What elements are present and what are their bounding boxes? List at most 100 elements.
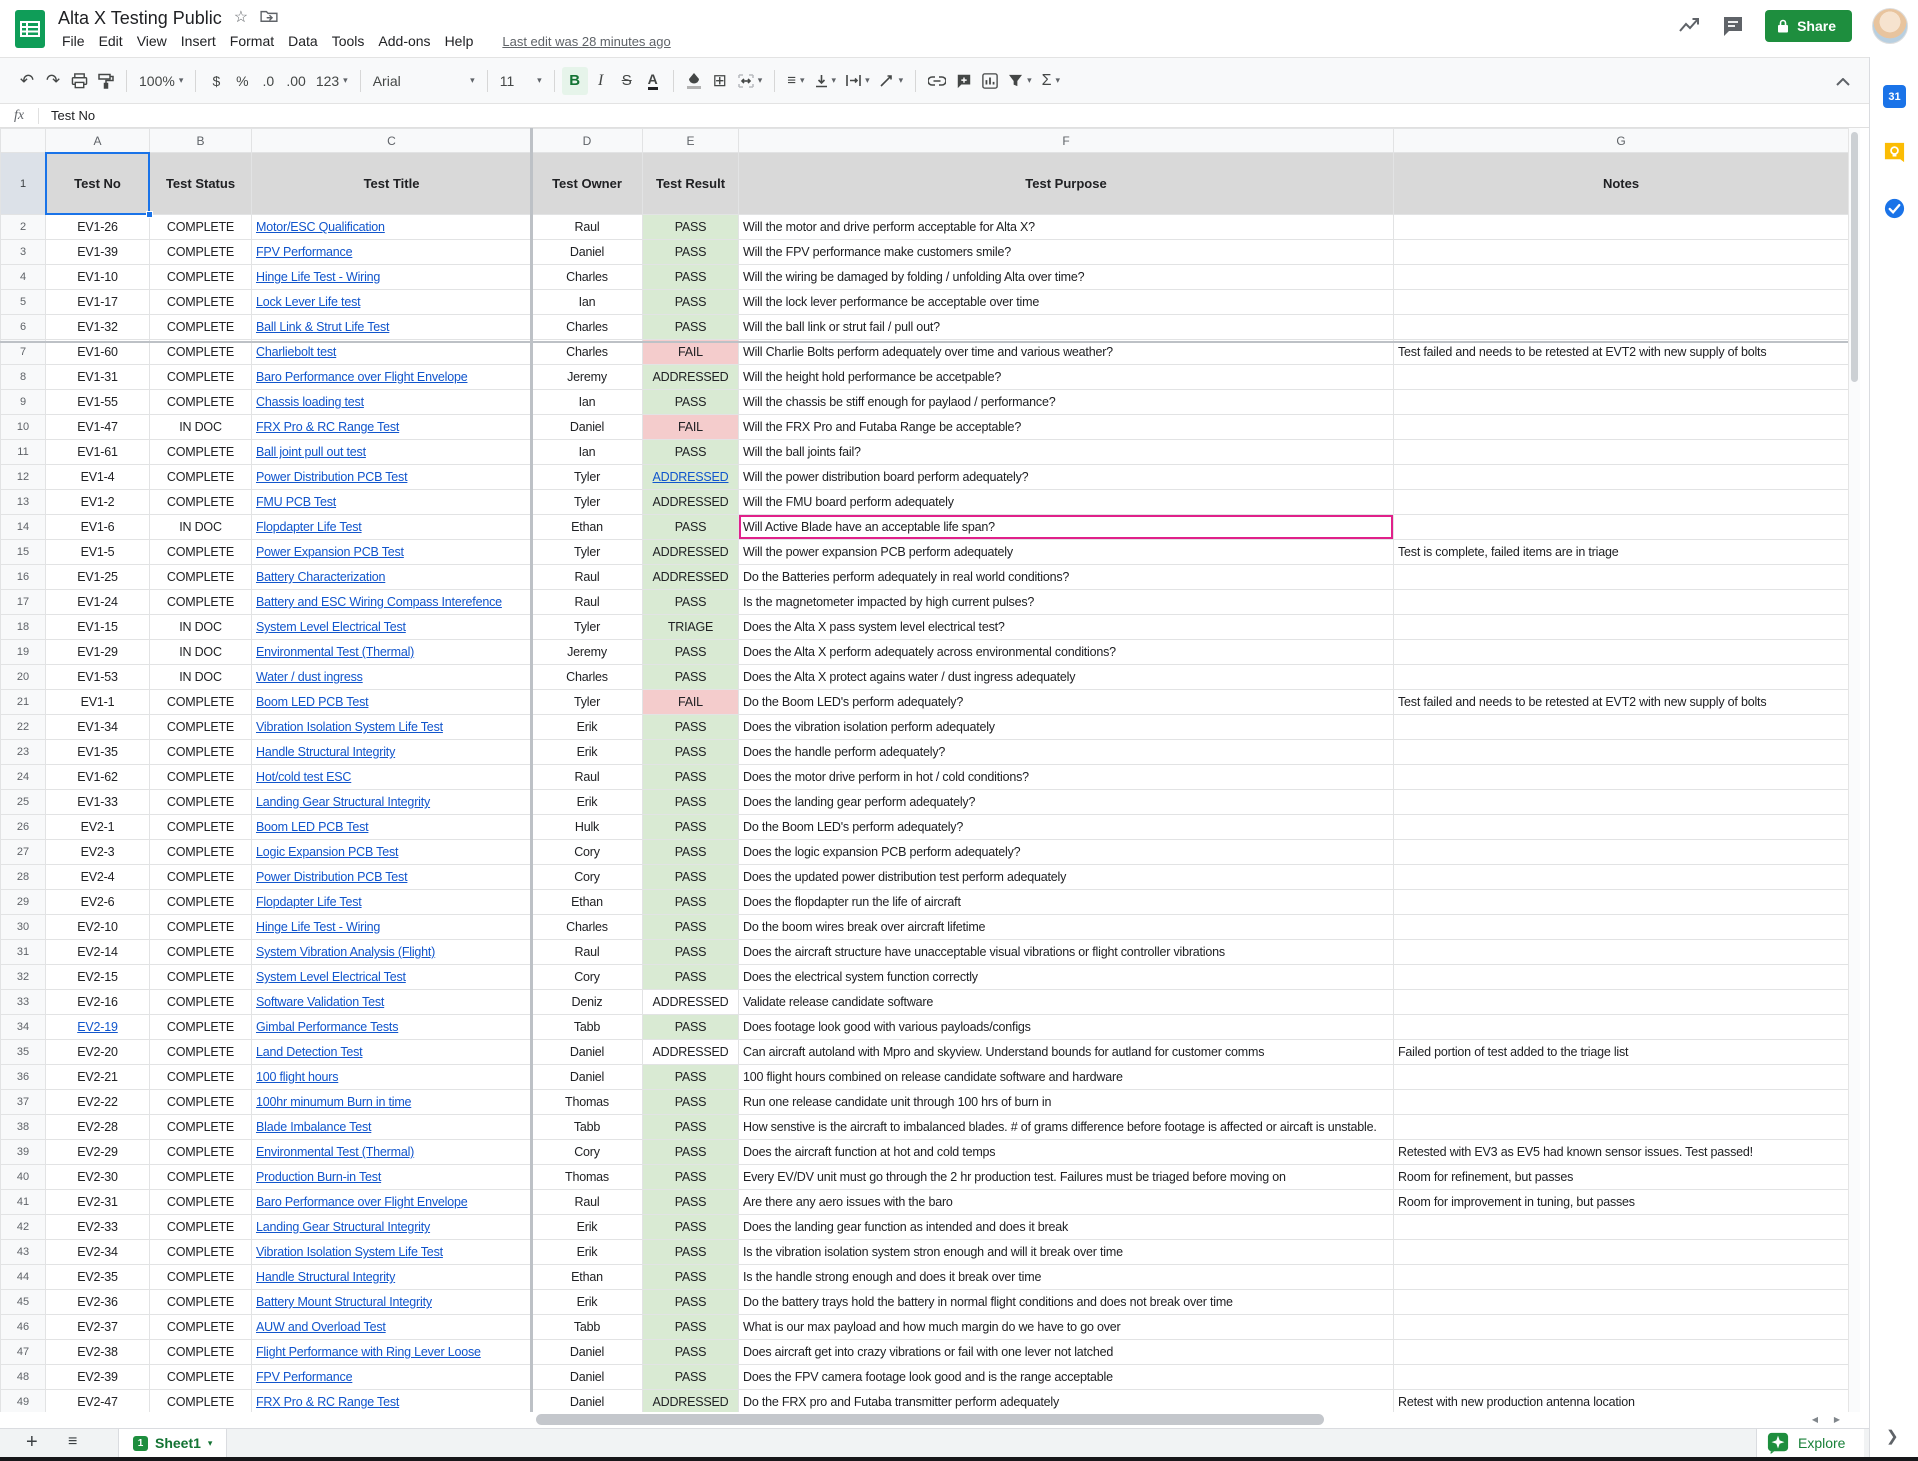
cell-E3[interactable]: PASS [643,240,739,265]
cell-A7[interactable]: EV1-60 [46,340,150,365]
cell-D8[interactable]: Jeremy [532,365,643,390]
row-header-23[interactable]: 23 [1,740,46,765]
cell-C47[interactable]: Flight Performance with Ring Lever Loose [252,1340,532,1365]
strikethrough-button[interactable]: S [614,67,640,95]
row-header-19[interactable]: 19 [1,640,46,665]
menu-help[interactable]: Help [438,30,481,52]
cell-E6[interactable]: PASS [643,315,739,340]
cell-D38[interactable]: Tabb [532,1115,643,1140]
text-color-button[interactable]: A [640,67,666,95]
cell-A26[interactable]: EV2-1 [46,815,150,840]
cell-A5[interactable]: EV1-17 [46,290,150,315]
cell-E30[interactable]: PASS [643,915,739,940]
cell-G30[interactable] [1394,915,1849,940]
cell-G47[interactable] [1394,1340,1849,1365]
cell-E49[interactable]: ADDRESSED [643,1390,739,1413]
format-currency-button[interactable]: $ [203,67,229,95]
cell-F17[interactable]: Is the magnetometer impacted by high cur… [739,590,1394,615]
cell-G17[interactable] [1394,590,1849,615]
cell-F30[interactable]: Do the boom wires break over aircraft li… [739,915,1394,940]
header-cell-E1[interactable]: Test Result [643,153,739,215]
row-header-26[interactable]: 26 [1,815,46,840]
cell-E26[interactable]: PASS [643,815,739,840]
cell-B40[interactable]: COMPLETE [150,1165,252,1190]
cell-F22[interactable]: Does the vibration isolation perform ade… [739,715,1394,740]
cell-G24[interactable] [1394,765,1849,790]
cell-A10[interactable]: EV1-47 [46,415,150,440]
zoom-select[interactable]: 100%▾ [134,67,188,95]
cell-E34[interactable]: PASS [643,1015,739,1040]
cell-F45[interactable]: Do the battery trays hold the battery in… [739,1290,1394,1315]
cell-F31[interactable]: Does the aircraft structure have unaccep… [739,940,1394,965]
cell-F14[interactable]: Will Active Blade have an acceptable lif… [739,515,1394,540]
menu-addons[interactable]: Add-ons [371,30,437,52]
cell-C36[interactable]: 100 flight hours [252,1065,532,1090]
cell-G40[interactable]: Room for refinement, but passes [1394,1165,1849,1190]
cell-G28[interactable] [1394,865,1849,890]
cell-C20[interactable]: Water / dust ingress [252,665,532,690]
cell-A25[interactable]: EV1-33 [46,790,150,815]
cell-B8[interactable]: COMPLETE [150,365,252,390]
cell-G31[interactable] [1394,940,1849,965]
cell-G19[interactable] [1394,640,1849,665]
cell-E41[interactable]: PASS [643,1190,739,1215]
menu-insert[interactable]: Insert [174,30,223,52]
horizontal-align-button[interactable]: ≡▾ [782,67,809,95]
cell-B36[interactable]: COMPLETE [150,1065,252,1090]
cell-F15[interactable]: Will the power expansion PCB perform ade… [739,540,1394,565]
cell-F47[interactable]: Does aircraft get into crazy vibrations … [739,1340,1394,1365]
column-header-C[interactable]: C [252,129,532,153]
font-size-select[interactable]: 11▾ [495,67,547,95]
row-header-44[interactable]: 44 [1,1265,46,1290]
cell-A20[interactable]: EV1-53 [46,665,150,690]
cell-C34[interactable]: Gimbal Performance Tests [252,1015,532,1040]
cell-D25[interactable]: Erik [532,790,643,815]
cell-F27[interactable]: Does the logic expansion PCB perform ade… [739,840,1394,865]
document-title[interactable]: Alta X Testing Public [58,8,222,29]
row-header-17[interactable]: 17 [1,590,46,615]
redo-button[interactable]: ↷ [40,67,66,95]
cell-G33[interactable] [1394,990,1849,1015]
cell-C49[interactable]: FRX Pro & RC Range Test [252,1390,532,1413]
cell-B48[interactable]: COMPLETE [150,1365,252,1390]
cell-B12[interactable]: COMPLETE [150,465,252,490]
row-header-38[interactable]: 38 [1,1115,46,1140]
row-header-46[interactable]: 46 [1,1315,46,1340]
cell-F32[interactable]: Does the electrical system function corr… [739,965,1394,990]
cell-E5[interactable]: PASS [643,290,739,315]
cell-B45[interactable]: COMPLETE [150,1290,252,1315]
cell-B3[interactable]: COMPLETE [150,240,252,265]
cell-D46[interactable]: Tabb [532,1315,643,1340]
vertical-scrollbar-thumb[interactable] [1851,132,1858,382]
more-formats-button[interactable]: 123▾ [311,67,353,95]
fill-color-button[interactable] [681,67,707,95]
menu-tools[interactable]: Tools [325,30,372,52]
cell-D13[interactable]: Tyler [532,490,643,515]
cell-E14[interactable]: PASS [643,515,739,540]
cell-D15[interactable]: Tyler [532,540,643,565]
cell-C21[interactable]: Boom LED PCB Test [252,690,532,715]
cell-F18[interactable]: Does the Alta X pass system level electr… [739,615,1394,640]
cell-E20[interactable]: PASS [643,665,739,690]
cell-E36[interactable]: PASS [643,1065,739,1090]
row-header-24[interactable]: 24 [1,765,46,790]
cell-C39[interactable]: Environmental Test (Thermal) [252,1140,532,1165]
menu-format[interactable]: Format [223,30,281,52]
cell-G14[interactable] [1394,515,1849,540]
cell-E2[interactable]: PASS [643,215,739,240]
functions-button[interactable]: Σ▾ [1037,67,1065,95]
cell-G37[interactable] [1394,1090,1849,1115]
cell-A6[interactable]: EV1-32 [46,315,150,340]
cell-B43[interactable]: COMPLETE [150,1240,252,1265]
cell-E38[interactable]: PASS [643,1115,739,1140]
cell-D23[interactable]: Erik [532,740,643,765]
cell-A2[interactable]: EV1-26 [46,215,150,240]
cell-D44[interactable]: Ethan [532,1265,643,1290]
cell-F36[interactable]: 100 flight hours combined on release can… [739,1065,1394,1090]
row-header-41[interactable]: 41 [1,1190,46,1215]
bold-button[interactable]: B [562,67,588,95]
cell-E13[interactable]: ADDRESSED [643,490,739,515]
cell-C13[interactable]: FMU PCB Test [252,490,532,515]
cell-B17[interactable]: COMPLETE [150,590,252,615]
cell-B11[interactable]: COMPLETE [150,440,252,465]
